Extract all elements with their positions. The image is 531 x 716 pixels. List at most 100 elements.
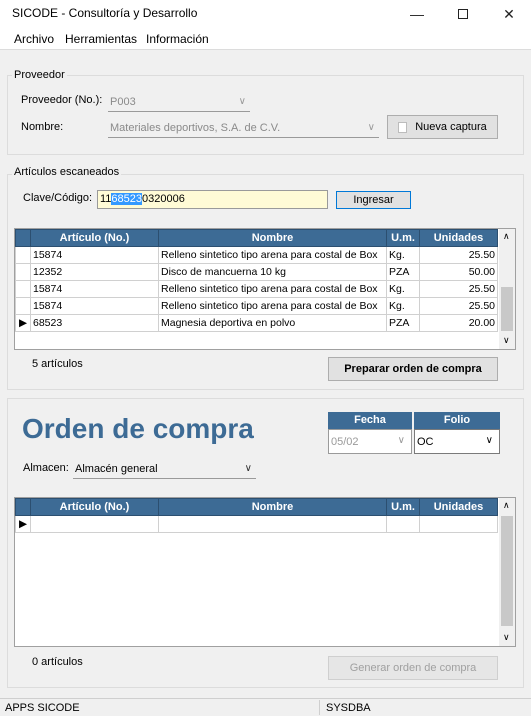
table-row[interactable]: 15874 Relleno sintetico tipo arena para …	[15, 280, 498, 298]
escaneados-count: 5 artículos	[32, 358, 83, 370]
grid-header-selector	[15, 229, 31, 247]
table-row[interactable]: 12352 Disco de mancuerna 10 kg PZA 50.00	[15, 263, 498, 281]
proveedor-nombre-value: Materiales deportivos, S.A. de C.V.	[110, 122, 281, 134]
cell-um[interactable]	[386, 515, 420, 533]
grid-header-unidades[interactable]: Unidades	[419, 498, 498, 516]
clave-input-prefix: 11	[100, 193, 112, 205]
chevron-down-icon: ∨	[485, 435, 493, 446]
cell-unidades[interactable]	[419, 515, 498, 533]
cell-articulo: 68523	[30, 314, 159, 332]
ingresar-button[interactable]: Ingresar	[336, 191, 411, 209]
title-bar: SICODE - Consultoría y Desarrollo — ✕	[0, 0, 531, 28]
cell-unidades: 25.50	[419, 280, 498, 298]
scroll-up-icon: ∧	[503, 500, 510, 510]
menu-archivo[interactable]: Archivo	[14, 32, 54, 46]
clave-label: Clave/Código:	[23, 192, 93, 204]
chevron-down-icon: ∨	[397, 435, 405, 446]
maximize-button[interactable]	[440, 0, 486, 28]
clave-input-suffix: 0320006	[142, 193, 185, 205]
almacen-value: Almacén general	[75, 463, 158, 475]
grid-header-nombre[interactable]: Nombre	[158, 229, 387, 247]
cell-articulo: 12352	[30, 263, 159, 281]
row-selector[interactable]	[15, 246, 31, 264]
vertical-scrollbar[interactable]: ∧ ∨	[499, 229, 515, 349]
grid-header-articulo[interactable]: Artículo (No.)	[30, 498, 159, 516]
menu-herramientas[interactable]: Herramientas	[65, 32, 137, 46]
fecha-picker[interactable]: 05/02 ∨	[328, 429, 412, 454]
menu-informacion[interactable]: Información	[146, 32, 209, 46]
folio-select[interactable]: OC ∨	[414, 429, 500, 454]
grid-header-um[interactable]: U.m.	[386, 229, 420, 247]
cell-um: PZA	[386, 263, 420, 281]
clave-input[interactable]: 11685230320006	[97, 190, 328, 209]
proveedor-no-value: P003	[110, 96, 136, 108]
clave-input-selection: 68523	[111, 193, 143, 205]
cell-um: Kg.	[386, 297, 420, 315]
cell-unidades: 50.00	[419, 263, 498, 281]
row-selector[interactable]	[15, 280, 31, 298]
ingresar-label: Ingresar	[353, 194, 394, 206]
almacen-combo[interactable]: Almacén general ∨	[73, 463, 256, 479]
scroll-up-icon: ∧	[503, 231, 510, 241]
row-selector[interactable]	[15, 263, 31, 281]
menu-bar: Archivo Herramientas Información	[0, 28, 531, 50]
scrollbar-thumb[interactable]	[501, 516, 513, 626]
nueva-captura-label: Nueva captura	[415, 121, 487, 133]
current-row-arrow-icon: ▶	[18, 317, 28, 329]
escaneados-grid[interactable]: Artículo (No.) Nombre U.m. Unidades 1587…	[14, 228, 516, 350]
orden-count: 0 artículos	[32, 656, 83, 668]
preparar-orden-button[interactable]: Preparar orden de compra	[328, 357, 498, 381]
status-bar: APPS SICODE SYSDBA	[0, 698, 531, 716]
row-selector[interactable]: ▶	[15, 515, 31, 533]
cell-um: Kg.	[386, 246, 420, 264]
grid-header-articulo[interactable]: Artículo (No.)	[30, 229, 159, 247]
orden-title: Orden de compra	[22, 413, 254, 444]
cell-articulo: 15874	[30, 280, 159, 298]
grid-header-unidades[interactable]: Unidades	[419, 229, 498, 247]
cell-nombre[interactable]	[158, 515, 387, 533]
table-row[interactable]: ▶ 68523 Magnesia deportiva en polvo PZA …	[15, 314, 498, 332]
close-button[interactable]: ✕	[486, 0, 531, 28]
nueva-captura-button[interactable]: Nueva captura	[387, 115, 498, 139]
grid-header-um[interactable]: U.m.	[386, 498, 420, 516]
chevron-down-icon: ∨	[367, 122, 375, 133]
new-row[interactable]: ▶	[15, 515, 498, 533]
scroll-down-icon: ∨	[503, 335, 510, 345]
folio-value: OC	[417, 436, 434, 448]
table-row[interactable]: 15874 Relleno sintetico tipo arena para …	[15, 297, 498, 315]
preparar-orden-label: Preparar orden de compra	[344, 363, 482, 375]
status-user: SYSDBA	[326, 702, 371, 714]
cell-unidades: 25.50	[419, 297, 498, 315]
nombre-label: Nombre:	[21, 121, 64, 133]
cell-nombre: Disco de mancuerna 10 kg	[158, 263, 387, 281]
status-divider	[319, 700, 320, 715]
vertical-scrollbar[interactable]: ∧ ∨	[499, 498, 515, 646]
grid-header-nombre[interactable]: Nombre	[158, 498, 387, 516]
cell-nombre: Relleno sintetico tipo arena para costal…	[158, 246, 387, 264]
orden-grid[interactable]: Artículo (No.) Nombre U.m. Unidades ▶ ∧ …	[14, 497, 516, 647]
minimize-button[interactable]: —	[394, 0, 440, 28]
generar-orden-button[interactable]: Generar orden de compra	[328, 656, 498, 680]
row-selector[interactable]: ▶	[15, 314, 31, 332]
scroll-down-icon: ∨	[503, 632, 510, 642]
grid-header-row: Artículo (No.) Nombre U.m. Unidades	[15, 498, 498, 516]
row-selector[interactable]	[15, 297, 31, 315]
fecha-value: 05/02	[331, 436, 359, 448]
cell-nombre: Magnesia deportiva en polvo	[158, 314, 387, 332]
table-row[interactable]: 15874 Relleno sintetico tipo arena para …	[15, 246, 498, 264]
proveedor-no-combo[interactable]: P003 ∨	[108, 96, 250, 112]
cell-unidades: 20.00	[419, 314, 498, 332]
cell-um: Kg.	[386, 280, 420, 298]
minimize-icon: —	[410, 6, 424, 22]
cell-um: PZA	[386, 314, 420, 332]
window-title: SICODE - Consultoría y Desarrollo	[12, 6, 198, 20]
scrollbar-thumb[interactable]	[501, 287, 513, 331]
generar-orden-label: Generar orden de compra	[349, 662, 477, 674]
fecha-header: Fecha	[328, 412, 412, 429]
close-icon: ✕	[503, 5, 515, 22]
folio-header: Folio	[414, 412, 500, 429]
proveedor-nombre-combo[interactable]: Materiales deportivos, S.A. de C.V. ∨	[108, 122, 379, 138]
current-row-arrow-icon: ▶	[18, 518, 28, 530]
maximize-icon	[458, 9, 468, 19]
cell-articulo[interactable]	[30, 515, 159, 533]
